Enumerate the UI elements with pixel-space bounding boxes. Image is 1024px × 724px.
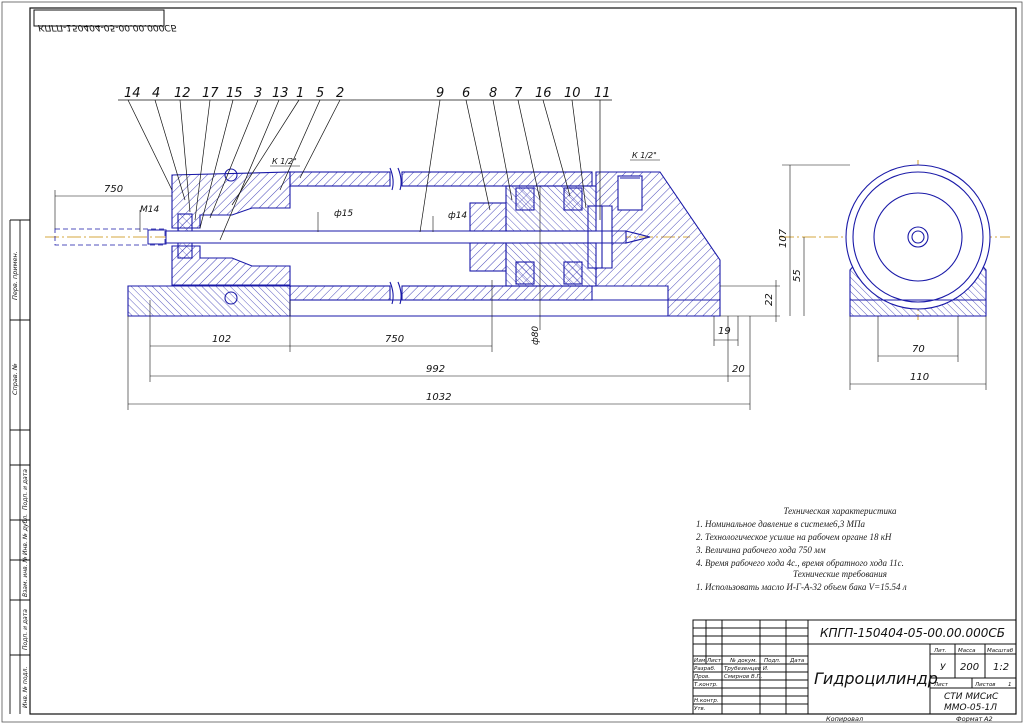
tb-lit-label: Лит. [933, 648, 947, 654]
callout-4: 4 [152, 86, 160, 101]
dim-d80: ф80 [531, 326, 541, 345]
tb-mass: 200 [960, 662, 979, 673]
thread-right-label: К 1/2" [632, 151, 657, 160]
callout-15: 15 [226, 86, 243, 101]
dim-d15: ф15 [334, 209, 353, 219]
tb-col-list: Лист [706, 658, 722, 664]
req-item-1: 1. Использовать масло И-Г-А-32 объем бак… [696, 582, 907, 592]
dim-19: 19 [718, 326, 731, 337]
thread-left-label: К 1/2" [272, 157, 297, 166]
callout-3: 3 [254, 86, 262, 101]
callout-1: 1 [296, 86, 304, 101]
side-label-0: Перв. примен. [11, 251, 19, 300]
tb-doc-number: КПГП-150404-05-00.00.000СБ [820, 626, 1005, 640]
side-label-2: Подп. и дата [22, 469, 29, 510]
callout-2: 2 [336, 86, 344, 101]
tb-sheet-label: Лист [933, 682, 949, 688]
dim-55: 55 [792, 269, 803, 282]
piston-rod [165, 230, 627, 244]
format-value: А2 [983, 715, 993, 723]
tb-lit-value: У [940, 663, 946, 673]
end-view [780, 160, 1010, 320]
side-label-3: Инв. № дубл. [22, 514, 29, 555]
tb-person-0: Трубезенцев И. [724, 666, 769, 672]
dim-992: 992 [426, 364, 445, 375]
base-plate [127, 285, 291, 317]
tb-role-2: Т.контр. [694, 682, 718, 688]
dim-110: 110 [910, 372, 929, 383]
callout-7: 7 [514, 86, 523, 101]
callout-14: 14 [124, 86, 141, 101]
tb-sheets-value: 1 [1008, 682, 1012, 688]
tb-person-1: Смирнов В.П. [724, 674, 763, 680]
callout-12: 12 [174, 86, 191, 101]
outer-frame [1, 1, 1023, 723]
dim-102: 102 [212, 334, 231, 345]
side-label-5: Подп. и дата [22, 609, 29, 650]
callout-9: 9 [436, 86, 444, 101]
tb-role-4: Н.контр. [694, 698, 719, 704]
inner-frame [29, 7, 1017, 715]
tb-org-2: ММО-05-1Л [944, 703, 997, 713]
top-stamp-text: КПГП-150404-05-00.00.000СБ [38, 22, 177, 32]
copied-label: Копировал [826, 715, 863, 723]
tb-role-1: Пров. [694, 674, 710, 680]
callout-6: 6 [462, 86, 470, 101]
side-label-4: Взам. инв. № [22, 556, 29, 597]
tb-name: Гидроцилиндр [814, 669, 938, 688]
callout-11: 11 [594, 86, 611, 101]
callout-10: 10 [564, 86, 581, 101]
dim-m14: М14 [140, 205, 159, 215]
tech-item-4: 4. Время рабочего хода 4с., время обратн… [696, 558, 904, 568]
callout-5: 5 [316, 86, 324, 101]
req-title: Технические требования [793, 569, 887, 579]
dim-107: 107 [778, 228, 789, 248]
dim-22: 22 [764, 293, 775, 306]
tech-item-3: 3. Величина рабочего хода 750 мм [696, 545, 826, 555]
tb-org-1: СТИ МИСиС [944, 692, 999, 702]
tech-title: Техническая характеристика [783, 506, 897, 516]
callout-17: 17 [202, 86, 219, 101]
tb-mass-label: Масса [958, 648, 976, 654]
side-label-6: Инв. № подл. [22, 667, 29, 708]
tb-role-5: Утв. [694, 706, 706, 712]
tb-scale-label: Масштаб [987, 648, 1014, 654]
right-end-cap [595, 171, 721, 317]
tech-item-1: 1. Номинальное давление в системе6,3 МПа [696, 519, 866, 529]
format-label: Формат [956, 715, 983, 723]
side-label-1: Справ. № [11, 363, 19, 395]
callout-13: 13 [272, 86, 289, 101]
tb-sheets-label: Листов [974, 682, 996, 688]
dim-20: 20 [732, 364, 745, 375]
tb-col-sign: Подп. [764, 658, 781, 664]
callout-8: 8 [489, 86, 497, 101]
dim-1032: 1032 [426, 392, 451, 403]
tb-col-date: Дата [789, 658, 805, 664]
tech-notes: Техническая характеристика 1. Номинально… [690, 505, 990, 592]
callout-labels: 14 4 12 17 15 3 13 1 5 2 9 6 8 7 16 10 1… [124, 86, 611, 101]
tb-col-doc: № докум. [729, 658, 757, 664]
tb-col-izm: Изм [694, 658, 705, 664]
dim-750-top: 750 [104, 184, 123, 195]
callout-16: 16 [535, 86, 552, 101]
dim-70: 70 [912, 344, 925, 355]
dim-750: 750 [385, 334, 404, 345]
drawing-canvas: КПГП-150404-05-00.00.000СБ Перв. примен.… [1, 1, 1023, 723]
tb-scale: 1:2 [993, 662, 1009, 673]
tech-item-2: 2. Технологическое усилие на рабочем орг… [696, 532, 892, 542]
tb-role-0: Разраб. [694, 666, 716, 672]
dim-d14: ф14 [448, 211, 467, 221]
